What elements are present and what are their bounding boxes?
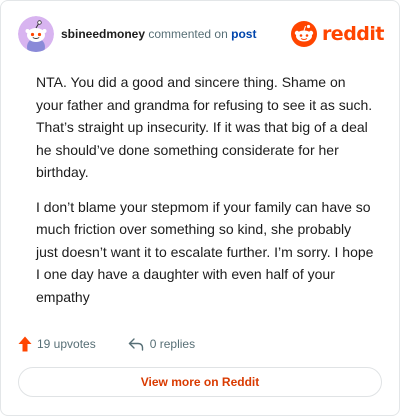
user-avatar[interactable] (18, 16, 54, 52)
comment-actions: 19 upvotes 0 replies (18, 334, 195, 354)
comment-body: NTA. You did a good and sincere thing. S… (36, 71, 376, 320)
comment-paragraph-2: I don’t blame your stepmom if your famil… (36, 198, 374, 305)
snoo-avatar-icon (18, 16, 54, 52)
commented-on-text: commented on (148, 27, 228, 41)
upvote-arrow-icon (18, 336, 32, 352)
reddit-wordmark: reddit (321, 23, 385, 45)
post-link[interactable]: post (231, 27, 256, 41)
upvote-button[interactable]: 19 upvotes (18, 336, 96, 352)
reddit-logo[interactable]: reddit (290, 19, 385, 49)
view-more-on-reddit-button[interactable]: View more on Reddit (18, 367, 382, 397)
comment-paragraph-1: NTA. You did a good and sincere thing. S… (36, 74, 373, 180)
reply-count: 0 replies (149, 337, 196, 351)
upvote-count: 19 upvotes (37, 337, 96, 351)
embedded-comment-card: sbineedmoney commented on post reddit NT… (0, 0, 400, 416)
username-link[interactable]: sbineedmoney (61, 27, 145, 41)
reddit-snoo-icon (290, 21, 317, 47)
reply-button[interactable]: 0 replies (128, 337, 195, 351)
comment-meta: sbineedmoney commented on post (61, 27, 256, 41)
comment-header: sbineedmoney commented on post reddit (18, 16, 385, 52)
reply-arrow-icon (128, 338, 143, 351)
